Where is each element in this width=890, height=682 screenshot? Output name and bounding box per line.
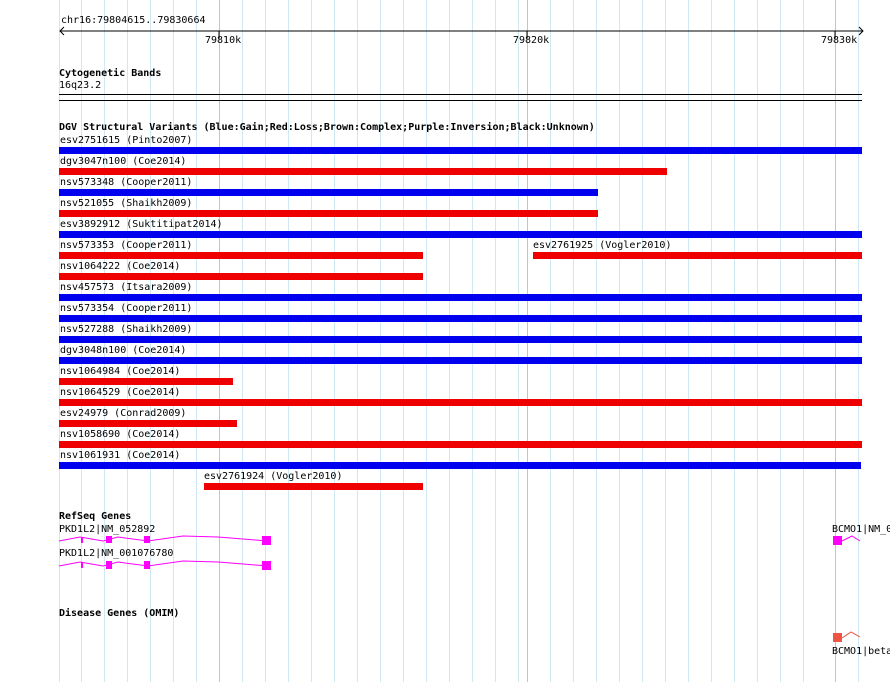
variant-label[interactable]: nsv1058690 (Coe2014) xyxy=(60,429,180,441)
variant-bar[interactable] xyxy=(59,357,862,364)
gene-model[interactable] xyxy=(58,533,278,547)
tick-label-79810k: 79810k xyxy=(205,35,242,46)
variant-label[interactable]: nsv1064222 (Coe2014) xyxy=(60,261,180,273)
variant-label[interactable]: esv2761925 (Vogler2010) xyxy=(533,240,671,252)
cytoband-line-top xyxy=(59,94,862,95)
variant-label[interactable]: dgv3047n100 (Coe2014) xyxy=(60,156,186,168)
variant-label[interactable]: dgv3048n100 (Coe2014) xyxy=(60,345,186,357)
variant-bar[interactable] xyxy=(59,378,233,385)
refseq-track-title: RefSeq Genes xyxy=(59,511,132,522)
variant-label[interactable]: nsv1061931 (Coe2014) xyxy=(60,450,180,462)
variant-label[interactable]: nsv1064984 (Coe2014) xyxy=(60,366,180,378)
variant-bar[interactable] xyxy=(59,294,862,301)
cytoband-label[interactable]: 16q23.2 xyxy=(59,80,101,92)
variant-bar[interactable] xyxy=(59,420,237,427)
variant-label[interactable]: nsv527288 (Shaikh2009) xyxy=(60,324,192,336)
variant-bar[interactable] xyxy=(59,315,862,322)
cytoband-track-title: Cytogenetic Bands xyxy=(59,68,162,79)
dgv-track-title: DGV Structural Variants (Blue:Gain;Red:L… xyxy=(59,122,595,133)
variant-bar[interactable] xyxy=(59,441,862,448)
variant-bar[interactable] xyxy=(59,336,862,343)
gene-model[interactable] xyxy=(832,533,890,547)
variant-bar[interactable] xyxy=(59,273,423,280)
variant-label[interactable]: esv2761924 (Vogler2010) xyxy=(204,471,342,483)
variant-bar[interactable] xyxy=(59,252,423,259)
variant-bar[interactable] xyxy=(59,231,862,238)
variant-bar[interactable] xyxy=(533,252,862,259)
gene-model[interactable] xyxy=(58,557,278,571)
variant-bar[interactable] xyxy=(59,462,861,469)
variant-bar[interactable] xyxy=(59,168,667,175)
variant-label[interactable]: esv24979 (Conrad2009) xyxy=(60,408,186,420)
variant-label[interactable]: nsv573348 (Cooper2011) xyxy=(60,177,192,189)
variant-label[interactable]: esv3892912 (Suktitipat2014) xyxy=(60,219,223,231)
omim-gene-model[interactable] xyxy=(832,630,890,644)
variant-bar[interactable] xyxy=(59,147,862,154)
ruler-axis[interactable] xyxy=(58,26,866,40)
variant-label[interactable]: nsv573353 (Cooper2011) xyxy=(60,240,192,252)
omim-track-title: Disease Genes (OMIM) xyxy=(59,608,180,619)
variant-bar[interactable] xyxy=(59,399,862,406)
tick-label-79820k: 79820k xyxy=(513,35,550,46)
omim-gene-label[interactable]: BCMO1|beta xyxy=(832,646,890,658)
variant-label[interactable]: nsv457573 (Itsara2009) xyxy=(60,282,192,294)
variant-label[interactable]: nsv1064529 (Coe2014) xyxy=(60,387,180,399)
variant-bar[interactable] xyxy=(204,483,423,490)
variant-bar[interactable] xyxy=(59,210,598,217)
tick-label-79830k: 79830k xyxy=(821,35,858,46)
variant-label[interactable]: nsv521055 (Shaikh2009) xyxy=(60,198,192,210)
cytoband-line-bottom xyxy=(59,100,862,101)
variant-label[interactable]: esv2751615 (Pinto2007) xyxy=(60,135,192,147)
variant-label[interactable]: nsv573354 (Cooper2011) xyxy=(60,303,192,315)
variant-bar[interactable] xyxy=(59,189,598,196)
